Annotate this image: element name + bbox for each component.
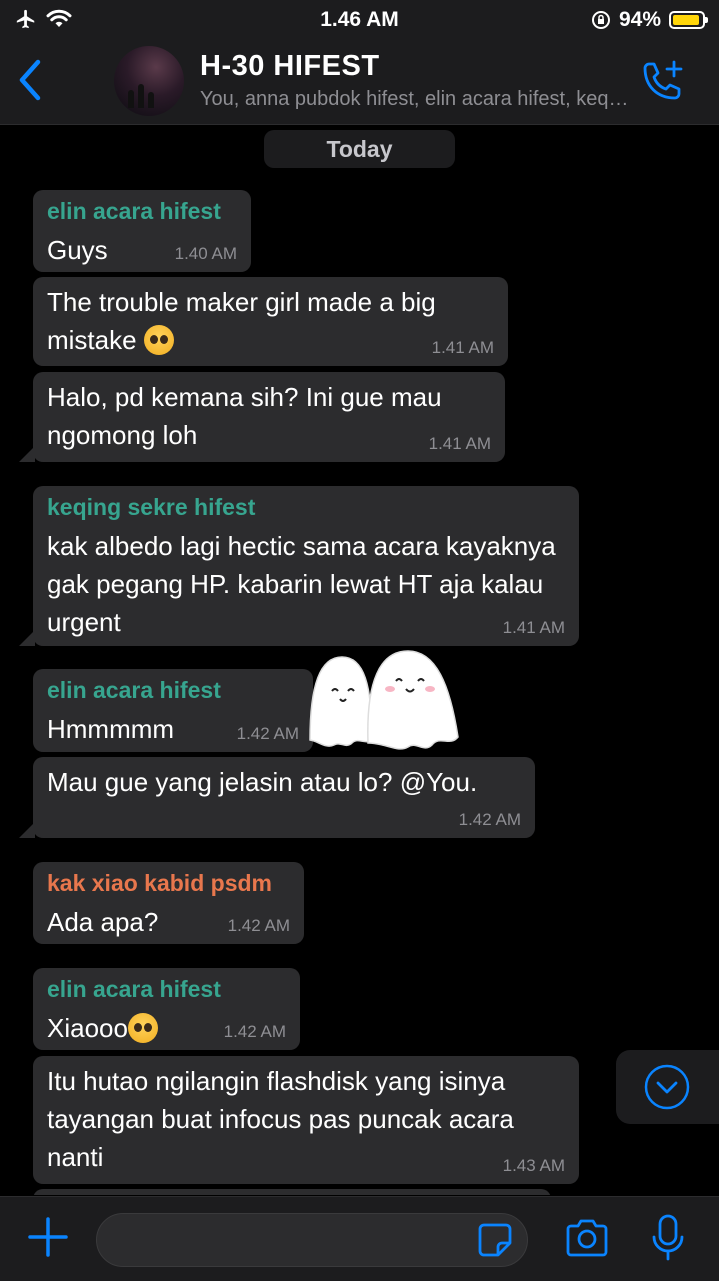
group-title[interactable]: H-30 HIFEST: [200, 50, 380, 83]
date-divider: Today: [264, 130, 455, 168]
message-time: 1.42 AM: [223, 1022, 286, 1041]
message-bubble[interactable]: Halo, pd kemana sih? Ini gue mau ngomong…: [19, 372, 505, 462]
message-time: 1.41 AM: [502, 618, 565, 637]
message-sender[interactable]: kak xiao kabid psdm: [47, 870, 290, 897]
battery-fill: [673, 15, 700, 25]
message-bubble[interactable]: The trouble maker girl made a big mistak…: [33, 277, 508, 366]
chat-area[interactable]: Today elin acara hifest Guys 1.40 AM The…: [0, 125, 719, 1195]
add-call-icon[interactable]: [637, 58, 687, 104]
pleading-face-emoji: [143, 325, 174, 355]
message-time: 1.42 AM: [458, 810, 521, 829]
message-sender[interactable]: elin acara hifest: [47, 976, 286, 1003]
message-bubble[interactable]: Itu hutao ngilangin flashdisk yang isiny…: [33, 1056, 579, 1184]
message-bubble[interactable]: keqing sekre hifest kak albedo lagi hect…: [19, 486, 579, 646]
group-avatar[interactable]: [114, 46, 184, 116]
chevron-down-icon[interactable]: [642, 1062, 692, 1112]
message-bubble[interactable]: elin acara hifest Hmmmmm 1.42 AM: [33, 669, 313, 752]
battery-icon: [669, 11, 708, 29]
microphone-icon[interactable]: [650, 1213, 686, 1263]
message-time: 1.42 AM: [227, 916, 290, 935]
message-text: kak albedo lagi hectic sama acara kayakn…: [47, 531, 556, 637]
message-time: 1.41 AM: [431, 338, 494, 357]
message-text: Itu hutao ngilangin flashdisk yang isiny…: [47, 1066, 514, 1172]
message-time: 1.42 AM: [236, 724, 299, 743]
chat-header: H-30 HIFEST You, anna pubdok hifest, eli…: [0, 40, 719, 125]
message-bubble-partial[interactable]: [33, 1189, 551, 1195]
sticker-icon[interactable]: [476, 1221, 514, 1259]
scroll-to-bottom-button[interactable]: [616, 1050, 719, 1124]
message-time: 1.40 AM: [174, 244, 237, 263]
message-text: Halo, pd kemana sih? Ini gue mau ngomong…: [47, 382, 442, 450]
status-right: 94%: [591, 8, 708, 32]
composer-bar: [0, 1196, 719, 1281]
message-bubble[interactable]: elin acara hifest Xiaooo 1.42 AM: [33, 968, 300, 1050]
message-text: The trouble maker girl made a big mistak…: [47, 287, 436, 355]
message-input[interactable]: [96, 1213, 528, 1267]
message-time: 1.43 AM: [502, 1156, 565, 1175]
group-participants[interactable]: You, anna pubdok hifest, elin acara hife…: [200, 88, 630, 111]
message-text: Mau gue yang jelasin atau lo? @You.: [47, 767, 478, 797]
message-sender[interactable]: keqing sekre hifest: [47, 494, 565, 521]
ghost-sticker[interactable]: [300, 645, 465, 760]
message-bubble[interactable]: kak xiao kabid psdm Ada apa? 1.42 AM: [33, 862, 304, 944]
plus-icon[interactable]: [26, 1215, 70, 1259]
orientation-lock-icon: [591, 11, 610, 29]
message-sender[interactable]: elin acara hifest: [47, 677, 299, 704]
message-sender[interactable]: elin acara hifest: [47, 198, 237, 225]
message-bubble[interactable]: Mau gue yang jelasin atau lo? @You. 1.42…: [19, 757, 535, 838]
pleading-face-emoji: [127, 1013, 158, 1043]
camera-icon[interactable]: [564, 1217, 610, 1259]
message-bubble[interactable]: elin acara hifest Guys 1.40 AM: [33, 190, 251, 272]
battery-percentage: 94%: [618, 8, 661, 31]
message-time: 1.41 AM: [428, 434, 491, 453]
back-chevron-icon[interactable]: [12, 54, 52, 106]
status-bar: 1.46 AM 94%: [0, 0, 719, 40]
